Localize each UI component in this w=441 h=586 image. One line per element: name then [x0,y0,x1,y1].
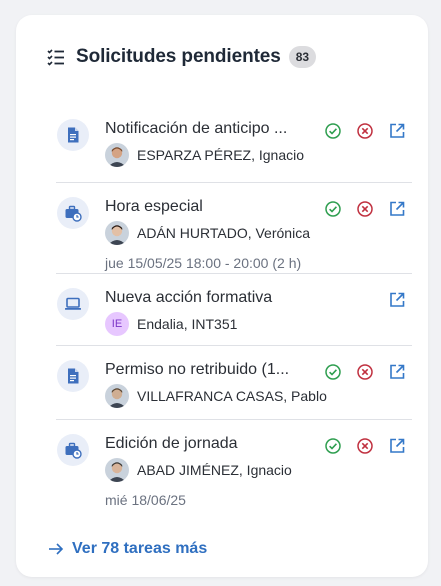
reject-button[interactable] [354,435,376,457]
document-icon [57,360,89,392]
avatar [105,221,129,245]
avatar [105,458,129,482]
approve-button[interactable] [322,198,344,220]
requester: ADÁN HURTADO, Verónica [105,221,310,245]
card-title: Solicitudes pendientes [76,46,281,67]
request-actions [312,435,408,457]
request-item: Hora especial ADÁN HURTADO, Verónica jue 1… [56,183,412,274]
request-actions [312,198,408,220]
request-title: Nueva acción formativa [105,289,273,306]
reject-button[interactable] [354,361,376,383]
requester: VILLAFRANCA CASAS, Pablo [105,384,327,408]
checklist-icon [47,49,64,66]
approve-button[interactable] [322,120,344,142]
x-circle-icon [356,200,374,218]
request-list: Notificación de anticipo ... ESPARZA PÉRE… [56,97,412,520]
open-external-icon [388,437,406,455]
check-circle-icon [324,363,342,381]
open-external-button[interactable] [386,361,408,383]
requester: ABAD JIMÉNEZ, Ignacio [105,458,292,482]
requester-name: ABAD JIMÉNEZ, Ignacio [137,462,292,478]
laptop-icon [57,288,89,320]
request-item: Notificación de anticipo ... ESPARZA PÉRE… [56,97,412,183]
arrow-right-icon [49,543,64,555]
view-more-label: Ver 78 tareas más [72,540,208,557]
request-title: Edición de jornada [105,435,238,452]
pending-requests-card: Solicitudes pendientes 83 Notificación d… [16,15,428,577]
request-title: Permiso no retribuido (1... [105,361,290,378]
open-external-icon [388,363,406,381]
x-circle-icon [356,363,374,381]
approve-button[interactable] [322,361,344,383]
requester-name: ADÁN HURTADO, Verónica [137,225,310,241]
briefcase-clock-icon [57,434,89,466]
request-actions [376,289,408,311]
avatar: IE [105,312,129,336]
requester-name: VILLAFRANCA CASAS, Pablo [137,388,327,404]
avatar [105,384,129,408]
avatar [105,143,129,167]
request-title: Hora especial [105,198,203,215]
x-circle-icon [356,122,374,140]
request-actions [312,120,408,142]
request-title: Notificación de anticipo ... [105,120,288,137]
approve-button[interactable] [322,435,344,457]
document-icon [57,119,89,151]
check-circle-icon [324,122,342,140]
pending-count-badge: 83 [288,46,317,68]
open-external-button[interactable] [386,435,408,457]
requester: IE Endalia, INT351 [105,312,237,336]
request-date: jue 15/05/25 18:00 - 20:00 (2 h) [105,255,302,271]
view-more-link[interactable]: Ver 78 tareas más [48,540,207,558]
request-item: Nueva acción formativa IE Endalia, INT351 [56,274,412,346]
open-external-button[interactable] [386,198,408,220]
request-item: Permiso no retribuido (1... VILLAFRANCA C… [56,346,412,420]
reject-button[interactable] [354,198,376,220]
card-header: Solicitudes pendientes 83 [46,45,317,69]
requester-name: Endalia, INT351 [137,316,238,332]
requester-name: ESPARZA PÉREZ, Ignacio [137,147,305,163]
request-item: Edición de jornada ABAD JIMÉNEZ, Ignacio m… [56,420,412,520]
reject-button[interactable] [354,120,376,142]
requester: ESPARZA PÉREZ, Ignacio [105,143,304,167]
request-date: mié 18/06/25 [105,492,186,508]
open-external-button[interactable] [386,289,408,311]
open-external-icon [388,291,406,309]
open-external-button[interactable] [386,120,408,142]
briefcase-clock-icon [57,197,89,229]
open-external-icon [388,200,406,218]
open-external-icon [388,122,406,140]
check-circle-icon [324,200,342,218]
check-circle-icon [324,437,342,455]
request-actions [312,361,408,383]
x-circle-icon [356,437,374,455]
